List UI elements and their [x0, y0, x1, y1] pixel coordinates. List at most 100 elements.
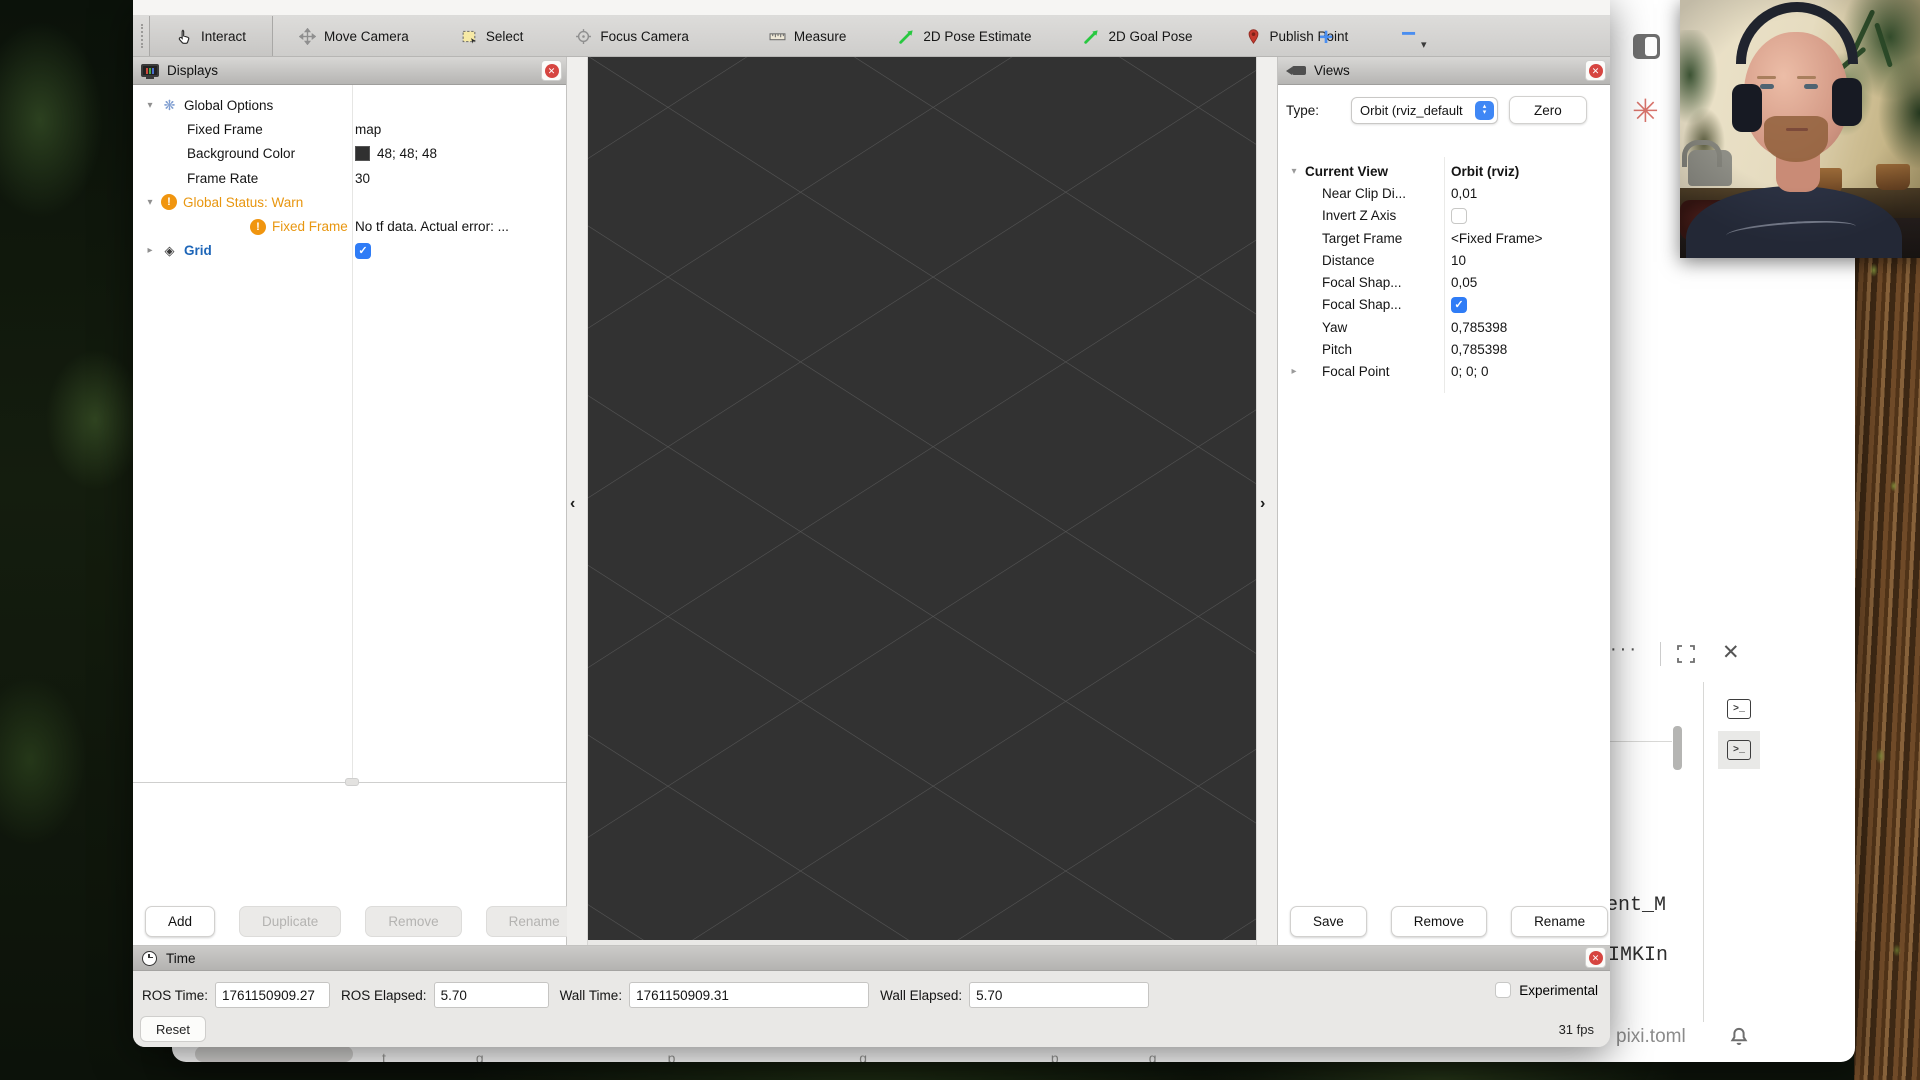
row-value[interactable]: 48; 48; 48: [355, 146, 437, 161]
panel-button[interactable]: Rename: [1511, 906, 1608, 937]
displays-buttons: Add Duplicate Remove Rename: [145, 906, 583, 937]
collapse-left-button[interactable]: ‹: [570, 495, 575, 513]
chevron-down-icon[interactable]: ▾: [1421, 38, 1427, 51]
tree-row[interactable]: Pitch 0,785398: [1278, 338, 1610, 360]
row-value[interactable]: 10: [1451, 253, 1466, 268]
row-value[interactable]: map: [355, 122, 381, 137]
tree-row[interactable]: Near Clip Di... 0,01: [1278, 182, 1610, 204]
tree-row[interactable]: Target Frame <Fixed Frame>: [1278, 227, 1610, 249]
time-field-input[interactable]: 5.70: [434, 982, 549, 1008]
window-titlebar[interactable]: [133, 0, 1610, 16]
toolbar-tool-button[interactable]: Interact: [149, 16, 273, 56]
sidebar-toggle-icon[interactable]: [1633, 34, 1660, 59]
tool-icon: [176, 28, 193, 45]
panel-button[interactable]: Duplicate: [239, 906, 341, 937]
color-swatch[interactable]: [355, 146, 370, 161]
tree-row[interactable]: ▸ Focal Point 0; 0; 0: [1278, 361, 1610, 383]
toolbar-tool-button[interactable]: Select: [435, 16, 550, 56]
row-checkbox[interactable]: [1451, 297, 1467, 313]
3d-viewport[interactable]: [588, 57, 1256, 940]
button-label: Rename: [509, 914, 560, 929]
panel-button[interactable]: Add: [145, 906, 215, 937]
button-label: Add: [168, 914, 192, 929]
tree-row[interactable]: ▾ Current View Orbit (rviz): [1278, 160, 1610, 182]
row-value[interactable]: [1451, 297, 1467, 313]
time-field-input[interactable]: 1761150909.27: [215, 982, 330, 1008]
experimental-checkbox[interactable]: [1495, 982, 1511, 998]
bell-icon[interactable]: [1728, 1026, 1750, 1053]
toolbar-tool-button[interactable]: Publish Point: [1219, 16, 1375, 56]
row-value[interactable]: [355, 243, 378, 259]
row-value-text: 0,785398: [1451, 320, 1507, 335]
collapse-right-button[interactable]: ›: [1260, 495, 1265, 513]
more-options-icon[interactable]: ···: [1610, 638, 1639, 661]
add-tool-button[interactable]: +: [1319, 24, 1333, 52]
panel-button[interactable]: Remove: [365, 906, 461, 937]
time-panel-header[interactable]: Time: [133, 946, 1610, 971]
left-splitter[interactable]: ‹: [567, 57, 588, 945]
row-checkbox[interactable]: [355, 243, 371, 259]
row-value[interactable]: [1451, 208, 1467, 224]
tree-row[interactable]: Fixed Frame map: [133, 117, 566, 141]
toolbar-tool-button[interactable]: 2D Goal Pose: [1057, 16, 1218, 56]
toolbar-tool-button[interactable]: Measure: [743, 16, 873, 56]
tree-row[interactable]: Fixed Frame No tf data. Actual error: ..…: [133, 214, 566, 238]
zero-button[interactable]: Zero: [1509, 96, 1587, 124]
time-panel-title: Time: [166, 951, 196, 966]
tree-row[interactable]: Distance 10: [1278, 249, 1610, 271]
close-panel-button[interactable]: [1585, 947, 1606, 968]
row-value[interactable]: Orbit (rviz): [1451, 164, 1519, 179]
right-splitter[interactable]: ›: [1256, 57, 1277, 945]
maximize-icon[interactable]: [1676, 644, 1696, 669]
terminal-icon[interactable]: >_: [1718, 690, 1760, 728]
view-type-dropdown[interactable]: Orbit (rviz_default: [1351, 97, 1498, 124]
tree-row[interactable]: Yaw 0,785398: [1278, 316, 1610, 338]
toolbar-tool-button[interactable]: Move Camera: [273, 16, 435, 56]
tree-row[interactable]: Focal Shap... 0,05: [1278, 271, 1610, 293]
close-icon[interactable]: ✕: [1722, 640, 1740, 665]
expander-icon[interactable]: ▾: [143, 197, 157, 208]
row-value[interactable]: No tf data. Actual error: ...: [355, 219, 509, 234]
row-value[interactable]: <Fixed Frame>: [1451, 231, 1543, 246]
tree-row[interactable]: Frame Rate 30: [133, 166, 566, 190]
toolbar-tool-button[interactable]: 2D Pose Estimate: [872, 16, 1057, 56]
expander-icon[interactable]: ▾: [143, 100, 157, 111]
rviz-toolbar: Interact Move Camera: [133, 16, 1610, 57]
time-field-input[interactable]: 5.70: [969, 982, 1149, 1008]
panel-button[interactable]: Save: [1290, 906, 1367, 937]
remove-tool-button[interactable]: −: [1401, 18, 1416, 49]
views-panel-header[interactable]: Views: [1278, 57, 1610, 85]
expander-icon[interactable]: ▾: [1287, 166, 1301, 177]
displays-panel-header[interactable]: Displays: [133, 57, 566, 85]
expander-icon[interactable]: ▸: [143, 245, 157, 256]
tree-row[interactable]: ▾ Global Status: Warn: [133, 190, 566, 214]
tree-row[interactable]: ▾ Global Options: [133, 93, 566, 117]
scrollbar-thumb[interactable]: [1673, 726, 1682, 770]
tree-row[interactable]: Invert Z Axis: [1278, 205, 1610, 227]
row-value[interactable]: 0,01: [1451, 186, 1477, 201]
splitter-handle[interactable]: [345, 778, 359, 786]
dropdown-stepper-icon[interactable]: [1475, 101, 1494, 120]
panel-button[interactable]: Remove: [1391, 906, 1487, 937]
row-value[interactable]: 0,785398: [1451, 320, 1507, 335]
close-panel-button[interactable]: [541, 60, 562, 81]
tree-row[interactable]: Background Color 48; 48; 48: [133, 142, 566, 166]
row-value[interactable]: 0,785398: [1451, 342, 1507, 357]
tree-row[interactable]: Focal Shap...: [1278, 294, 1610, 316]
time-field-label: Wall Elapsed:: [880, 988, 962, 1003]
row-label: Pitch: [1322, 342, 1352, 357]
toolbar-drag-handle[interactable]: [141, 24, 147, 48]
terminal-icon[interactable]: >_: [1718, 731, 1760, 769]
row-value[interactable]: 30: [355, 171, 370, 186]
close-panel-button[interactable]: [1585, 60, 1606, 81]
close-icon: [1589, 951, 1603, 965]
reset-button[interactable]: Reset: [140, 1016, 206, 1042]
toolbar-tool-button[interactable]: Focus Camera: [549, 16, 715, 56]
time-field-input[interactable]: 1761150909.31: [629, 982, 869, 1008]
tool-label: Focus Camera: [600, 29, 689, 44]
expander-icon[interactable]: ▸: [1287, 366, 1301, 377]
tree-row[interactable]: ▸ Grid: [133, 239, 566, 263]
row-checkbox[interactable]: [1451, 208, 1467, 224]
row-value[interactable]: 0,05: [1451, 275, 1477, 290]
row-value[interactable]: 0; 0; 0: [1451, 364, 1489, 379]
